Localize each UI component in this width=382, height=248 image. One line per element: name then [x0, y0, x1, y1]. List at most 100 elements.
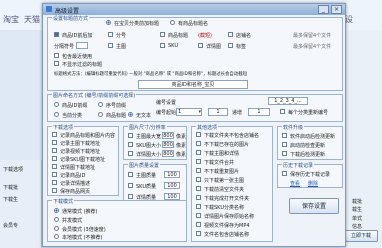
start-input[interactable]: 1	[208, 108, 228, 116]
row3-check[interactable]	[228, 43, 233, 48]
title-check[interactable]	[54, 32, 59, 37]
misc-option: 只下载第一张主图	[204, 178, 245, 184]
step-input[interactable]: 1	[248, 108, 270, 116]
mode-radio[interactable]	[54, 217, 59, 222]
download-check[interactable]	[52, 180, 57, 185]
quality-check[interactable]	[128, 194, 133, 199]
misc-check[interactable]	[196, 204, 201, 209]
misc-option: 下载主图和详情	[204, 151, 240, 157]
upgrade-check[interactable]	[282, 142, 287, 147]
number-radio[interactable]	[54, 102, 59, 107]
misc-check[interactable]	[196, 231, 201, 236]
misc-check[interactable]	[196, 186, 201, 191]
app-icon	[46, 6, 52, 12]
download-check[interactable]	[52, 172, 57, 177]
number-radio[interactable]	[54, 112, 59, 117]
quality-input[interactable]: 100	[164, 182, 180, 189]
download-check[interactable]	[52, 188, 57, 193]
misc-check[interactable]	[196, 177, 201, 182]
title-check[interactable]	[228, 32, 233, 37]
quality-check[interactable]	[128, 172, 133, 177]
minimize-icon[interactable]: _	[318, 5, 329, 14]
title-preview-input[interactable]: 商品ID和名称_宝贝	[138, 80, 248, 89]
separator-input[interactable]	[76, 42, 88, 49]
row3-check[interactable]	[198, 43, 203, 48]
misc-check[interactable]	[196, 132, 201, 137]
tab-settings[interactable]: 设	[345, 14, 353, 25]
quality-input[interactable]: 100	[164, 171, 180, 178]
history-check[interactable]	[282, 171, 287, 176]
start-label: 编号起始	[156, 110, 177, 116]
start-select-value: 1	[178, 109, 182, 115]
sidebar-item[interactable]: 会员专	[3, 222, 18, 229]
upgrade-check[interactable]	[282, 151, 287, 156]
row3-check[interactable]	[108, 43, 113, 48]
renumber-check[interactable]	[280, 109, 285, 114]
number-radio[interactable]	[98, 112, 103, 117]
history-delete-link[interactable]: 删除	[308, 180, 318, 187]
download-mode: 会员模式 (3倍速度)	[62, 227, 106, 233]
number-radio[interactable]	[128, 112, 133, 117]
save-button[interactable]: 保存设置	[289, 198, 339, 214]
mode-radio[interactable]	[106, 20, 111, 25]
mode-radio[interactable]	[54, 226, 59, 231]
title-mode-group: 设置标题前方式 在宝贝分类前加标题 有商品标题名 商品ID前后加 分号 商品标题…	[47, 15, 343, 91]
size-input[interactable]: 800	[162, 132, 174, 139]
size-check[interactable]	[128, 142, 133, 147]
right-item[interactable]: 载生	[352, 206, 362, 213]
right-item[interactable]: 信息	[352, 223, 362, 230]
misc-check[interactable]	[196, 150, 201, 155]
misc-option: 文件名包含店铺名称	[204, 232, 250, 238]
misc-check[interactable]	[196, 222, 201, 227]
right-item[interactable]: 载批	[352, 198, 362, 205]
sidebar-item[interactable]: 下载选项	[3, 166, 23, 173]
recent-check[interactable]	[54, 53, 59, 58]
download-now-button[interactable]: 立即下载	[344, 230, 378, 242]
download-option: 记录主图下载地址	[60, 141, 101, 147]
misc-check[interactable]	[196, 195, 201, 200]
title-check[interactable]	[160, 32, 165, 37]
download-check[interactable]	[52, 132, 57, 137]
row3-label: 详情图	[206, 44, 222, 50]
tab-tmall[interactable]: 天猫	[24, 14, 40, 25]
start-select[interactable]: 1 ▾	[176, 108, 202, 116]
size-check[interactable]	[128, 151, 133, 156]
download-check[interactable]	[52, 164, 57, 169]
settings-dialog: 高级设置 _ × 设置标题前方式 在宝贝分类前加标题 有商品标题名 商品ID前后…	[42, 3, 346, 247]
size-input[interactable]: 800	[162, 141, 174, 148]
number-radio[interactable]	[98, 102, 103, 107]
close-icon[interactable]: ×	[331, 5, 342, 14]
sidebar-item[interactable]: 下载生	[3, 196, 18, 203]
quality-check[interactable]	[128, 183, 133, 188]
quality-row-label: 主图质量	[136, 173, 157, 179]
misc-check[interactable]	[196, 159, 201, 164]
size-check[interactable]	[128, 133, 133, 138]
size-unit: 像素	[176, 134, 187, 140]
row3-check[interactable]	[160, 43, 165, 48]
upgrade-group: 软件升级 软件启动后检测更新 启动前检查更新 下载后检测更新	[277, 124, 343, 160]
download-option: 记录商品ID	[60, 173, 86, 179]
download-option: 记录视频下载地址	[60, 149, 101, 155]
mode-radio[interactable]	[170, 20, 175, 25]
right-item[interactable]: 单式	[352, 215, 362, 222]
misc-check[interactable]	[196, 168, 201, 173]
title-check[interactable]	[108, 32, 113, 37]
mode-radio[interactable]	[54, 208, 59, 213]
tab-taobao[interactable]: 淘宝	[3, 14, 19, 25]
quality-input[interactable]: 100	[164, 193, 180, 200]
download-check[interactable]	[52, 140, 57, 145]
download-check[interactable]	[52, 148, 57, 153]
misc-check[interactable]	[196, 141, 201, 146]
misc-option: 不下载已存在的图片	[204, 142, 250, 148]
size-input[interactable]: 800	[162, 150, 174, 157]
sidebar-item[interactable]: 下载批	[3, 184, 18, 191]
history-view-link[interactable]: 查看	[290, 180, 300, 187]
recent-label: 包含最近使用	[62, 54, 93, 60]
mode-radio[interactable]	[54, 234, 59, 239]
upgrade-option: 软件启动后检测更新	[290, 134, 336, 140]
download-check[interactable]	[52, 156, 57, 161]
number-setting-label: 编号设置	[156, 100, 177, 106]
upgrade-check[interactable]	[282, 133, 287, 138]
filter-check[interactable]	[54, 61, 59, 66]
misc-check[interactable]	[196, 213, 201, 218]
